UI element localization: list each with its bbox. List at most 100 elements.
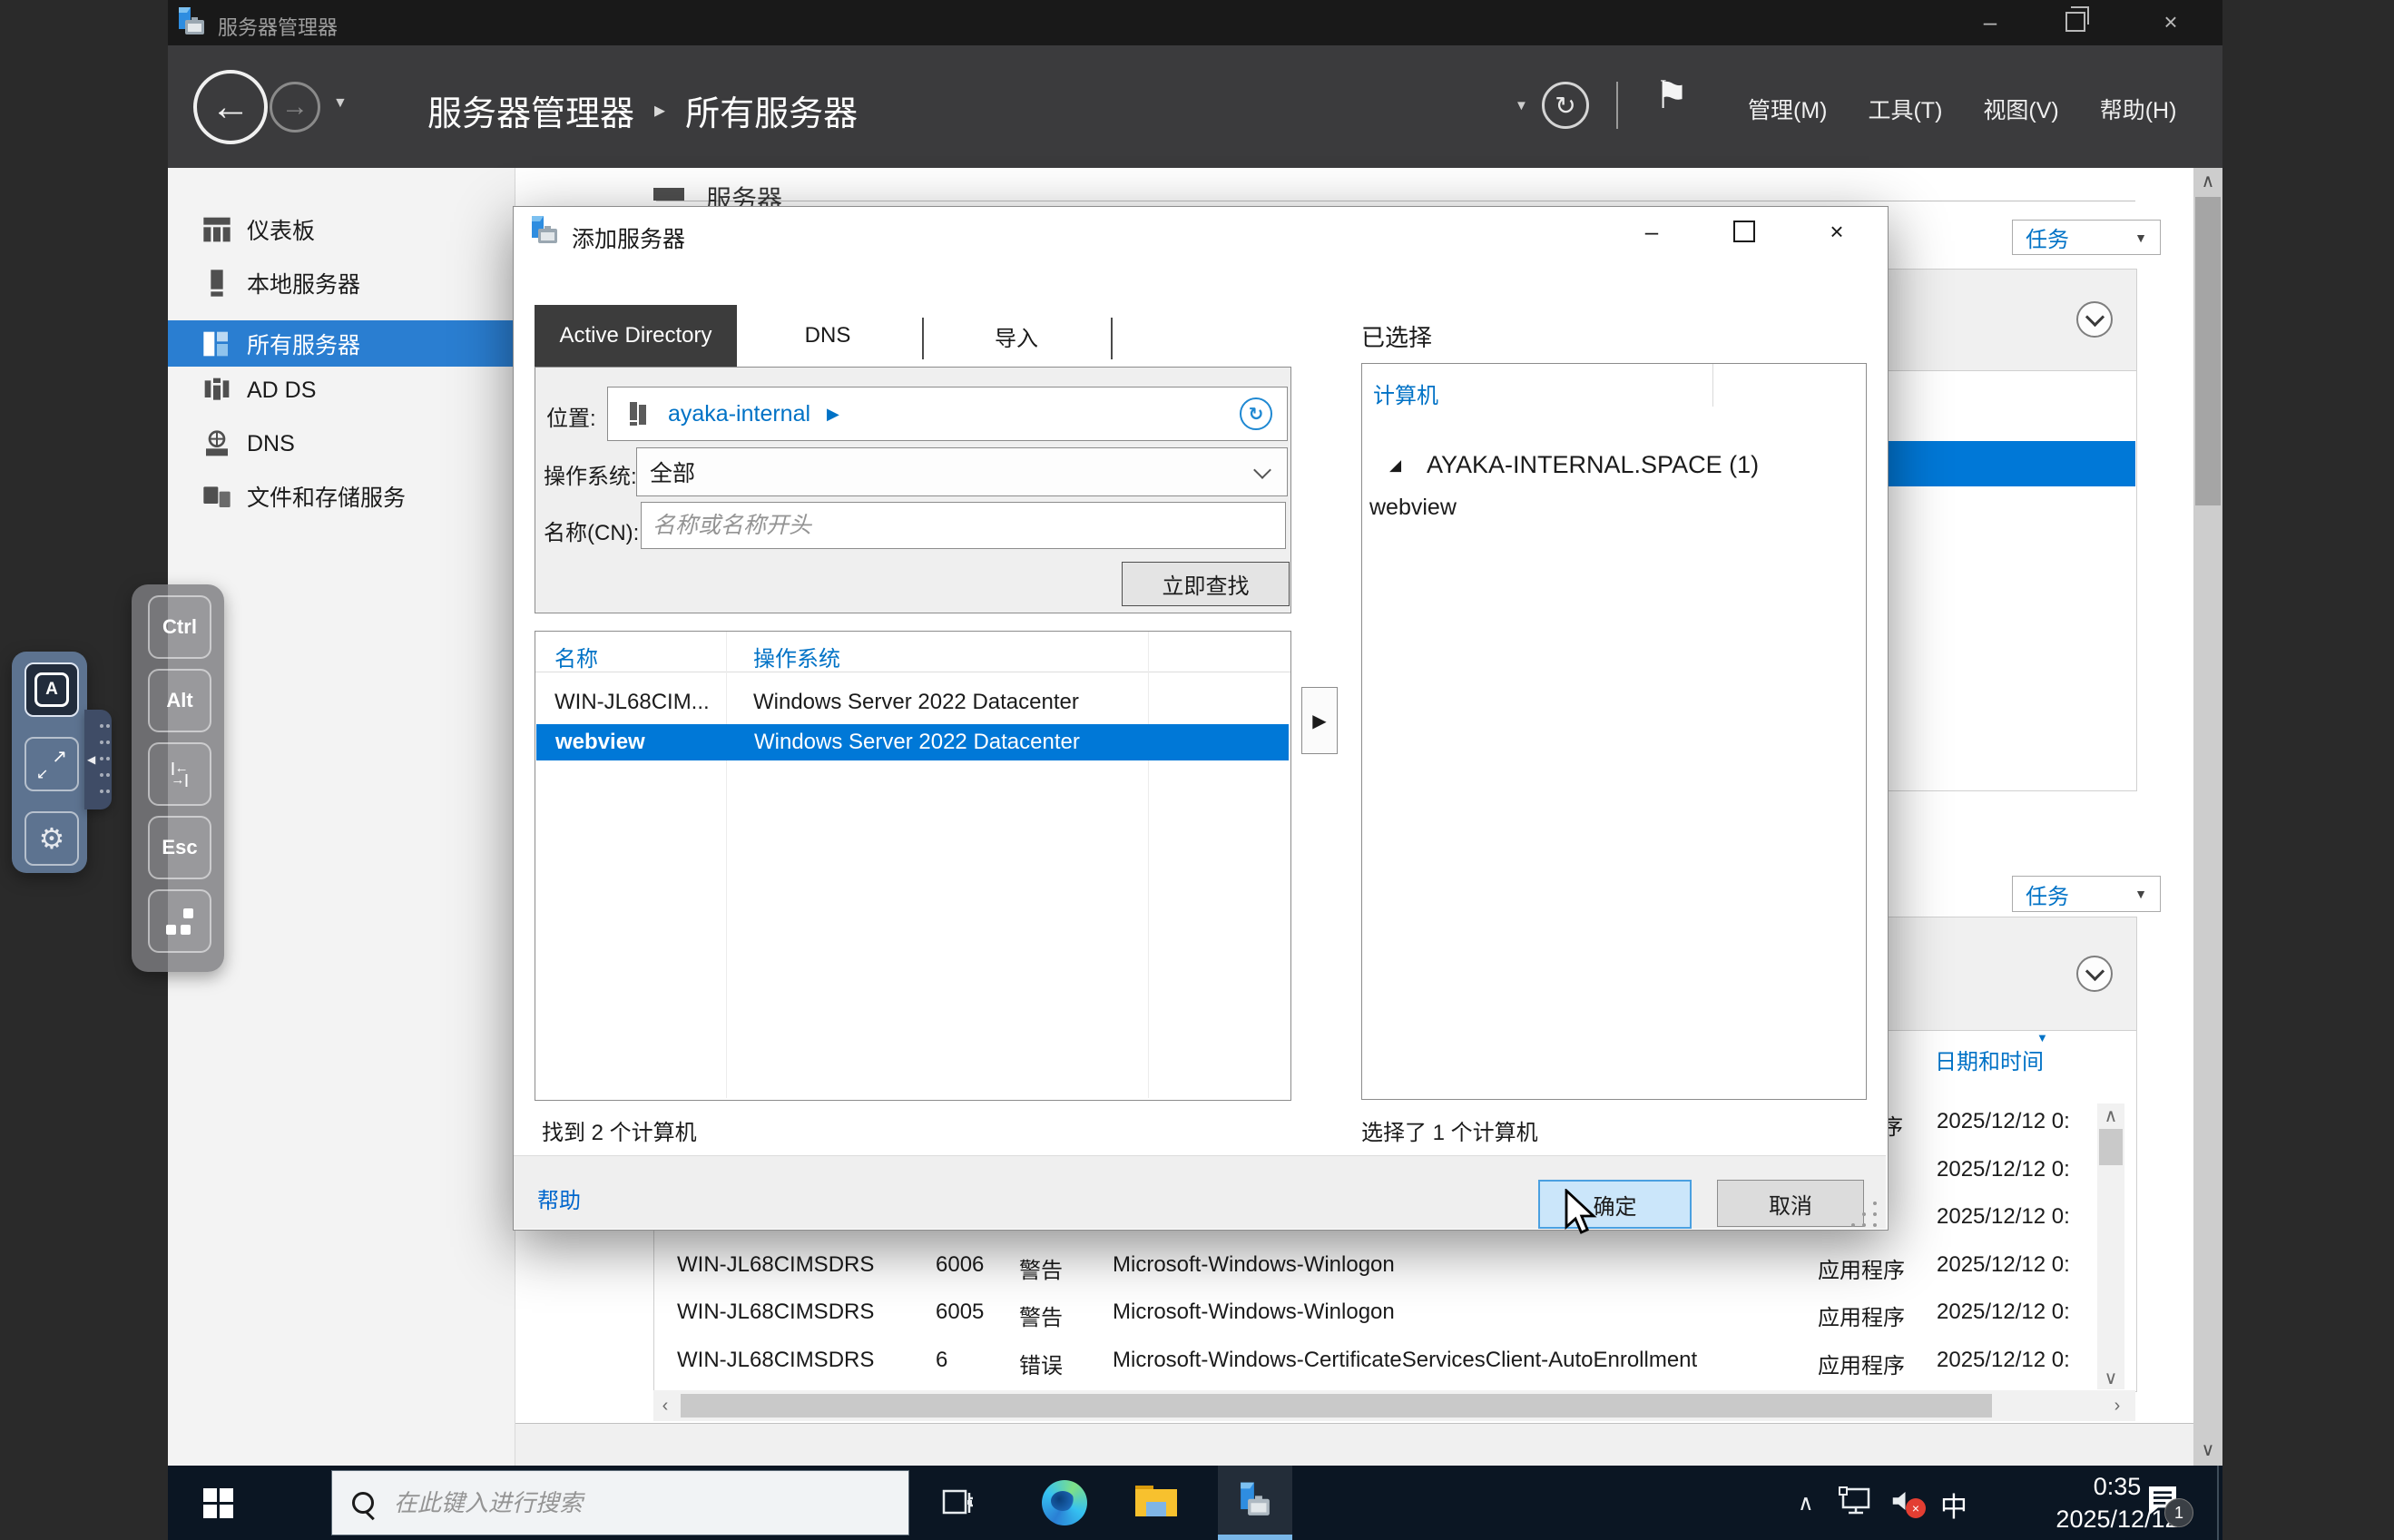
events-tasks-button[interactable]: 任务 ▼ [2012,876,2161,912]
tray-expand-icon[interactable]: ∧ [1798,1490,1814,1516]
server-manager-icon [531,216,558,247]
scroll-left-icon[interactable]: ‹ [653,1390,677,1421]
notifications-flag-icon[interactable]: ⚑ [1654,73,1689,117]
events-date-column-header[interactable]: 日期和时间 [1935,1044,2044,1075]
sidebar-item-file-storage[interactable]: 文件和存储服务 [168,476,514,517]
help-link[interactable]: 帮助 [537,1182,581,1214]
overlay-keyboard-mode-button[interactable]: A [25,662,79,717]
scroll-right-icon[interactable]: › [2105,1390,2129,1421]
selected-domain-group[interactable]: AYAKA-INTERNAL.SPACE (1) [1427,451,1759,479]
event-date: 2025/12/12 0: [1937,1109,2100,1134]
server-manager-taskbar-button[interactable] [1218,1466,1292,1540]
overlay-collapse-handle[interactable]: ◀ [84,710,112,809]
os-dropdown[interactable]: 全部 [636,447,1288,496]
scrollbar-thumb[interactable] [2099,1129,2123,1165]
ime-indicator[interactable]: 中 [1940,1485,1967,1525]
local-server-icon [201,269,232,298]
collapse-chevron-button[interactable] [2076,956,2113,992]
event-row[interactable]: WIN-JL68CIMSDRS 6 错误 Microsoft-Windows-C… [654,1348,2136,1386]
dialog-minimize-button[interactable]: – [1625,213,1678,250]
refresh-button[interactable]: ↻ [1542,82,1589,129]
menu-tools[interactable]: 工具(T) [1868,93,1942,125]
taskbar-search[interactable] [331,1470,909,1535]
overlay-fullscreen-button[interactable]: ↗ ↙ [25,737,79,791]
sidebar-item-dashboard[interactable]: 仪表板 [168,209,514,250]
computer-column-header[interactable]: 计算机 [1373,378,1438,409]
forward-button[interactable]: → [270,82,320,132]
app-titlebar: 服务器管理器 – × [168,0,2222,45]
event-source: Microsoft-Windows-Winlogon [1113,1300,1395,1325]
server-manager-icon [1240,1482,1271,1520]
ok-button[interactable]: 确定 [1538,1180,1692,1229]
results-list: 名称 操作系统 WIN-JL68CIM... Windows Server 20… [535,631,1291,1101]
column-header-name[interactable]: 名称 [554,641,598,672]
refresh-caret[interactable]: ▼ [1515,98,1528,113]
scrollbar-thumb[interactable] [681,1394,1992,1417]
task-view-icon[interactable] [942,1486,975,1518]
scroll-up-icon[interactable]: ∧ [2193,168,2222,193]
menu-help[interactable]: 帮助(H) [2100,93,2177,125]
tab-active-directory[interactable]: Active Directory [535,305,737,367]
breadcrumb-current[interactable]: 所有服务器 [685,85,858,135]
scrollbar-thumb[interactable] [2195,197,2221,505]
events-horizontal-scrollbar[interactable]: ‹ › [653,1390,2135,1421]
start-button[interactable] [203,1488,234,1519]
app-restore-button[interactable] [2048,4,2103,40]
edge-icon[interactable] [1042,1480,1087,1525]
cancel-button[interactable]: 取消 [1717,1180,1864,1227]
mouse-cursor [1563,1189,1601,1236]
dialog-close-button[interactable]: × [1810,213,1863,250]
volume-muted-icon[interactable]: × [1889,1487,1926,1518]
search-icon [352,1492,374,1514]
back-button[interactable]: ← [193,70,268,144]
sidebar-item-local-server[interactable]: 本地服务器 [168,262,514,304]
clock[interactable]: 0:35 2025/12/12 [1978,1473,2256,1533]
event-log: 应用程序 [1818,1300,1905,1331]
file-explorer-icon[interactable] [1135,1486,1177,1518]
servers-tasks-button[interactable]: 任务 ▼ [2012,220,2161,255]
tab-dns[interactable]: DNS [737,305,918,367]
dialog-maximize-button[interactable] [1718,213,1771,250]
app-close-button[interactable]: × [2144,4,2198,40]
app-minimize-button[interactable]: – [1963,4,2017,40]
tab-import[interactable]: 导入 [924,305,1109,367]
nav-history-caret[interactable]: ▼ [333,95,348,112]
name-input[interactable] [641,502,1286,549]
result-row[interactable]: WIN-JL68CIM... Windows Server 2022 Datac… [535,686,1289,722]
sidebar-item-ad-ds[interactable]: AD DS [168,369,514,411]
network-icon[interactable] [1838,1486,1874,1518]
collapse-chevron-button[interactable] [2076,301,2113,338]
refresh-location-button[interactable]: ↻ [1240,397,1272,430]
add-selected-button[interactable]: ▶ [1301,687,1338,754]
result-row-selected[interactable]: webview Windows Server 2022 Datacenter [536,724,1289,760]
location-field[interactable]: ayaka-internal ▶ ↻ [607,387,1288,441]
menu-manage[interactable]: 管理(M) [1748,93,1827,125]
tab-key-button[interactable]: |← →| [148,742,211,806]
menu-view[interactable]: 视图(V) [1983,93,2058,125]
column-header-os[interactable]: 操作系统 [753,641,840,672]
sidebar-item-all-servers[interactable]: 所有服务器 [168,320,514,367]
tab-separator [1111,318,1113,359]
ctrl-key-button[interactable]: Ctrl [148,595,211,659]
find-now-button[interactable]: 立即查找 [1122,562,1290,606]
esc-key-button[interactable]: Esc [148,816,211,879]
scroll-up-icon[interactable]: ∧ [2097,1104,2124,1127]
tree-expanded-icon[interactable]: ◢ [1389,456,1401,475]
breadcrumb-root[interactable]: 服务器管理器 [427,85,634,135]
expand-location-icon[interactable]: ▶ [827,405,839,424]
alt-key-button[interactable]: Alt [148,669,211,732]
sidebar-item-dns[interactable]: DNS [168,423,514,465]
clock-time: 0:35 [1978,1473,2256,1501]
taskbar-search-input[interactable] [392,1488,868,1518]
scroll-down-icon[interactable]: ∨ [2097,1366,2124,1389]
scroll-down-icon[interactable]: ∨ [2193,1437,2222,1462]
events-scrollbar[interactable]: ∧ ∨ [2097,1104,2124,1389]
event-row[interactable]: WIN-JL68CIMSDRS 6005 警告 Microsoft-Window… [654,1300,2136,1338]
event-row[interactable]: WIN-JL68CIMSDRS 6006 警告 Microsoft-Window… [654,1252,2136,1290]
overlay-settings-button[interactable]: ⚙ [25,811,79,866]
page-scrollbar[interactable]: ∧ ∨ [2193,168,2222,1466]
more-keys-button[interactable] [148,889,211,953]
selected-computer-item[interactable]: webview [1369,495,1457,521]
location-value[interactable]: ayaka-internal [668,401,810,427]
notification-center-icon[interactable]: 1 [2144,1482,2190,1524]
